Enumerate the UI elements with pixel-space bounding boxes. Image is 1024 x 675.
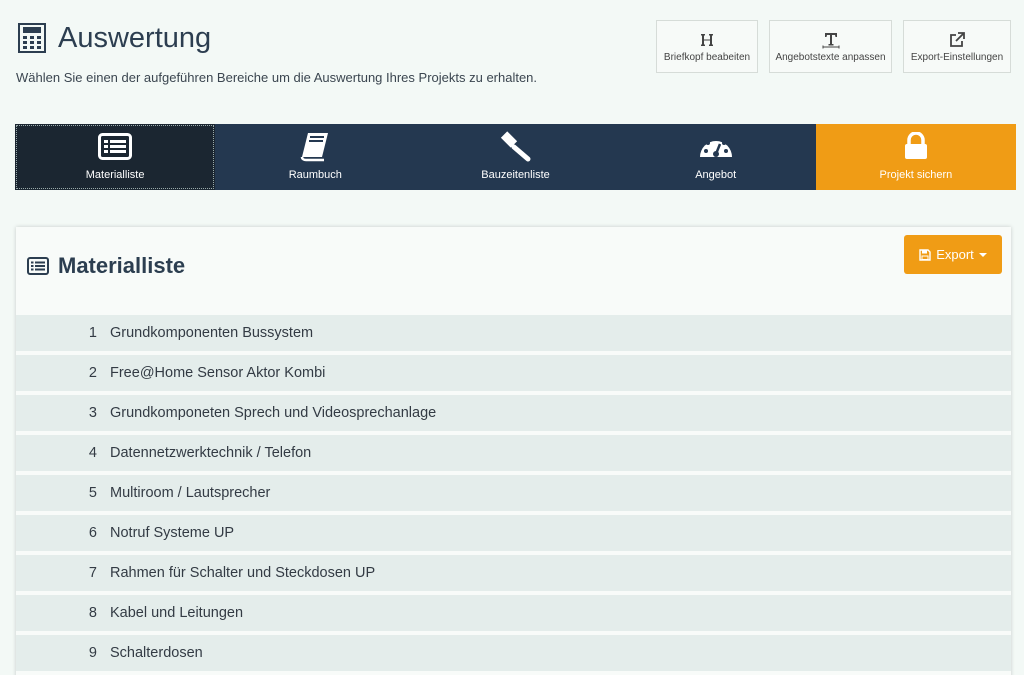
lock-icon <box>904 129 928 163</box>
tab-raumbuch[interactable]: Raumbuch <box>215 124 415 190</box>
heading-icon <box>699 30 715 50</box>
export-settings-label: Export-Einstellungen <box>910 52 1004 63</box>
item-number: 2 <box>88 365 97 381</box>
tab-materialliste-label: Materialliste <box>85 169 145 181</box>
top-actions: Briefkopf beabeiten Angebotstexte anpass… <box>656 20 1011 73</box>
page-header: Auswertung <box>18 20 618 56</box>
list-item[interactable]: 2 Free@Home Sensor Aktor Kombi <box>16 355 1011 391</box>
item-label: Schalterdosen <box>110 645 203 661</box>
panel-title: Materialliste <box>58 253 186 278</box>
list-item[interactable]: 9 Schalterdosen <box>16 635 1011 671</box>
item-number: 3 <box>88 405 97 421</box>
gavel-icon <box>499 129 533 163</box>
export-label: Export <box>936 247 974 262</box>
item-label: Free@Home Sensor Aktor Kombi <box>110 365 326 381</box>
edit-letterhead-label: Briefkopf beabeiten <box>663 52 751 63</box>
book-icon <box>299 129 331 163</box>
page-title: Auswertung <box>58 21 212 54</box>
export-dropdown-button[interactable]: Export <box>904 235 1002 274</box>
tab-raumbuch-label: Raumbuch <box>288 169 342 181</box>
item-number: 8 <box>88 605 97 621</box>
tab-bauzeitenliste-label: Bauzeitenliste <box>481 169 550 181</box>
list-item[interactable]: 8 Kabel und Leitungen <box>16 595 1011 631</box>
tab-projekt-sichern-label: Projekt sichern <box>879 169 953 181</box>
list-item[interactable]: 5 Multiroom / Lautsprecher <box>16 475 1011 511</box>
tab-bauzeitenliste[interactable]: Bauzeitenliste <box>415 124 615 190</box>
dashboard-icon <box>698 129 734 163</box>
item-number: 5 <box>88 485 97 501</box>
materialliste-panel: Materialliste Export 1 Grundkomponenten … <box>16 227 1011 675</box>
list-alt-icon <box>27 257 49 275</box>
tab-projekt-sichern[interactable]: Projekt sichern <box>815 124 1017 190</box>
item-label: Multiroom / Lautsprecher <box>110 485 271 501</box>
edit-offer-texts-button[interactable]: Angebotstexte anpassen <box>769 20 892 73</box>
tab-materialliste[interactable]: Materialliste <box>15 124 216 190</box>
edit-offer-texts-label: Angebotstexte anpassen <box>775 52 886 63</box>
list-item[interactable]: 1 Grundkomponenten Bussystem <box>16 315 1011 351</box>
item-label: Grundkomponeten Sprech und Videosprechan… <box>110 405 437 421</box>
item-number: 6 <box>88 525 97 541</box>
list-item[interactable]: 3 Grundkomponeten Sprech und Videosprech… <box>16 395 1011 431</box>
list-item[interactable]: 4 Datennetzwerktechnik / Telefon <box>16 435 1011 471</box>
list-alt-icon <box>98 129 133 163</box>
text-icon <box>822 30 840 50</box>
item-number: 7 <box>88 565 97 581</box>
item-label: Datennetzwerktechnik / Telefon <box>110 445 312 461</box>
tab-angebot[interactable]: Angebot <box>616 124 816 190</box>
panel-title-row: Materialliste <box>27 253 185 279</box>
item-label: Notruf Systeme UP <box>110 525 235 541</box>
title-row: Auswertung <box>18 20 618 56</box>
material-list: 1 Grundkomponenten Bussystem 2 Free@Home… <box>16 315 1011 675</box>
item-number: 1 <box>88 325 97 341</box>
export-settings-button[interactable]: Export-Einstellungen <box>903 20 1011 73</box>
tab-angebot-label: Angebot <box>695 169 737 181</box>
item-label: Grundkomponenten Bussystem <box>110 325 314 341</box>
page-subtitle: Wählen Sie einen der aufgeführen Bereich… <box>16 70 538 85</box>
item-number: 9 <box>88 645 97 661</box>
chevron-down-icon <box>978 252 987 257</box>
calculator-icon <box>18 23 46 53</box>
list-item[interactable]: 7 Rahmen für Schalter und Steckdosen UP <box>16 555 1011 591</box>
item-number: 4 <box>88 445 97 461</box>
section-nav: Materialliste Raumbuch Bauzeitenliste An… <box>15 124 1017 190</box>
item-label: Kabel und Leitungen <box>110 605 244 621</box>
save-icon <box>919 248 931 261</box>
external-link-icon <box>949 30 965 50</box>
list-item[interactable]: 6 Notruf Systeme UP <box>16 515 1011 551</box>
item-label: Rahmen für Schalter und Steckdosen UP <box>110 565 376 581</box>
edit-letterhead-button[interactable]: Briefkopf beabeiten <box>656 20 758 73</box>
